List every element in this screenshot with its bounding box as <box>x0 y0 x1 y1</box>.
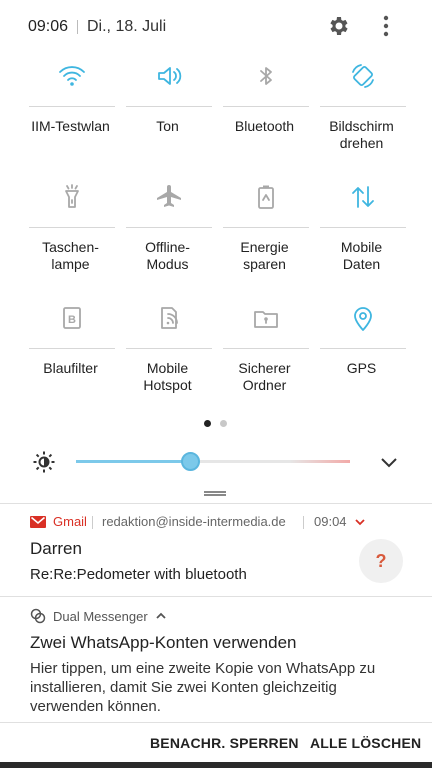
block-notifications-button[interactable]: BENACHR. SPERREN <box>150 735 299 751</box>
dual-messenger-icon <box>30 608 46 624</box>
notification-text: Re:Re:Pedometer with bluetooth <box>30 566 247 583</box>
divider <box>92 516 93 529</box>
tile-divider <box>320 106 406 107</box>
quick-tile-hotspot[interactable]: Mobile Hotspot <box>119 298 216 418</box>
status-row: 09:06 Di., 18. Juli <box>0 0 432 52</box>
tile-divider <box>126 227 212 228</box>
tile-label: Bildschirm drehen <box>329 118 394 151</box>
tile-label: Mobile Hotspot <box>143 360 192 393</box>
notification-account: redaktion@inside-intermedia.de <box>102 514 286 529</box>
quick-tile-bluetooth[interactable]: Bluetooth <box>216 56 313 176</box>
tile-label: IIM-Testwlan <box>31 118 110 134</box>
page-dot-active[interactable] <box>204 420 211 427</box>
gmail-icon <box>30 516 46 528</box>
more-options-icon[interactable] <box>376 14 396 38</box>
secure-folder-icon <box>254 311 278 328</box>
tile-label: GPS <box>346 360 377 376</box>
quick-tile-volume[interactable]: Ton <box>119 56 216 176</box>
brightness-slider-tail <box>290 460 350 463</box>
tile-divider <box>126 106 212 107</box>
divider <box>0 722 432 723</box>
quick-tile-secure-folder[interactable]: Sicherer Ordner <box>216 298 313 418</box>
tile-divider <box>29 106 115 107</box>
hotspot-icon <box>161 307 178 329</box>
battery-icon <box>258 185 274 209</box>
tile-label: Mobile Daten <box>340 239 383 272</box>
rotate-icon <box>352 64 374 88</box>
quick-tile-wifi[interactable]: IIM-Testwlan <box>22 56 119 176</box>
divider <box>0 596 432 597</box>
divider <box>303 516 304 529</box>
tile-divider <box>320 227 406 228</box>
clear-all-button[interactable]: ALLE LÖSCHEN <box>310 735 421 751</box>
chevron-down-icon[interactable] <box>379 452 399 472</box>
mobile-data-icon <box>352 186 374 208</box>
quick-tile-battery[interactable]: Energie sparen <box>216 177 313 297</box>
page-indicator <box>204 420 234 428</box>
divider <box>0 503 432 504</box>
brightness-slider-track[interactable] <box>76 460 350 463</box>
notification-text: Hier tippen, um eine zweite Kopie von Wh… <box>30 660 376 715</box>
quick-tile-gps[interactable]: GPS <box>313 298 410 418</box>
avatar: ? <box>359 539 403 583</box>
tile-label: Sicherer Ordner <box>238 360 291 393</box>
notification-title: Zwei WhatsApp-Konten verwenden <box>30 633 297 652</box>
notification-app-name: Dual Messenger <box>53 609 148 624</box>
tile-label: Ton <box>156 118 179 134</box>
tile-label: Bluetooth <box>234 118 295 134</box>
clock: 09:06 <box>28 18 69 35</box>
drag-handle[interactable] <box>204 491 226 496</box>
brightness-icon[interactable] <box>33 451 55 473</box>
gps-icon <box>354 307 372 331</box>
quick-tile-blue-filter[interactable]: B Blaufilter <box>22 298 119 418</box>
gear-icon[interactable] <box>326 14 350 38</box>
flashlight-icon <box>65 184 79 208</box>
notification-time: 09:04 <box>314 514 347 529</box>
svg-text:B: B <box>68 314 76 326</box>
page-dot[interactable] <box>220 420 227 427</box>
tile-divider <box>223 227 309 228</box>
date: Di., 18. Juli <box>87 18 167 35</box>
bluetooth-icon <box>260 67 272 85</box>
volume-icon <box>158 67 182 85</box>
tile-divider <box>223 348 309 349</box>
airplane-icon <box>157 185 181 207</box>
blue-filter-icon: B <box>63 307 81 329</box>
tile-label: Offline- Modus <box>145 239 190 272</box>
tile-label: Taschen- lampe <box>42 239 99 272</box>
quick-tile-flashlight[interactable]: Taschen- lampe <box>22 177 119 297</box>
wifi-icon <box>59 66 85 86</box>
tile-divider <box>29 348 115 349</box>
brightness-slider-thumb[interactable] <box>181 452 201 471</box>
quick-tile-airplane[interactable]: Offline- Modus <box>119 177 216 297</box>
tile-divider <box>126 348 212 349</box>
tile-divider <box>29 227 115 228</box>
quick-tile-rotate[interactable]: Bildschirm drehen <box>313 56 410 176</box>
chevron-down-icon[interactable] <box>354 517 366 527</box>
chevron-up-icon[interactable] <box>155 611 167 621</box>
tile-label: Blaufilter <box>43 360 98 376</box>
divider <box>77 20 78 34</box>
notification-title: Darren <box>30 539 82 558</box>
tile-divider <box>320 348 406 349</box>
tile-divider <box>223 106 309 107</box>
quick-tile-mobile-data[interactable]: Mobile Daten <box>313 177 410 297</box>
tile-label: Energie sparen <box>240 239 289 272</box>
brightness-slider-fill <box>76 460 192 463</box>
notification-app-name: Gmail <box>53 514 87 529</box>
navigation-bar <box>0 762 432 768</box>
